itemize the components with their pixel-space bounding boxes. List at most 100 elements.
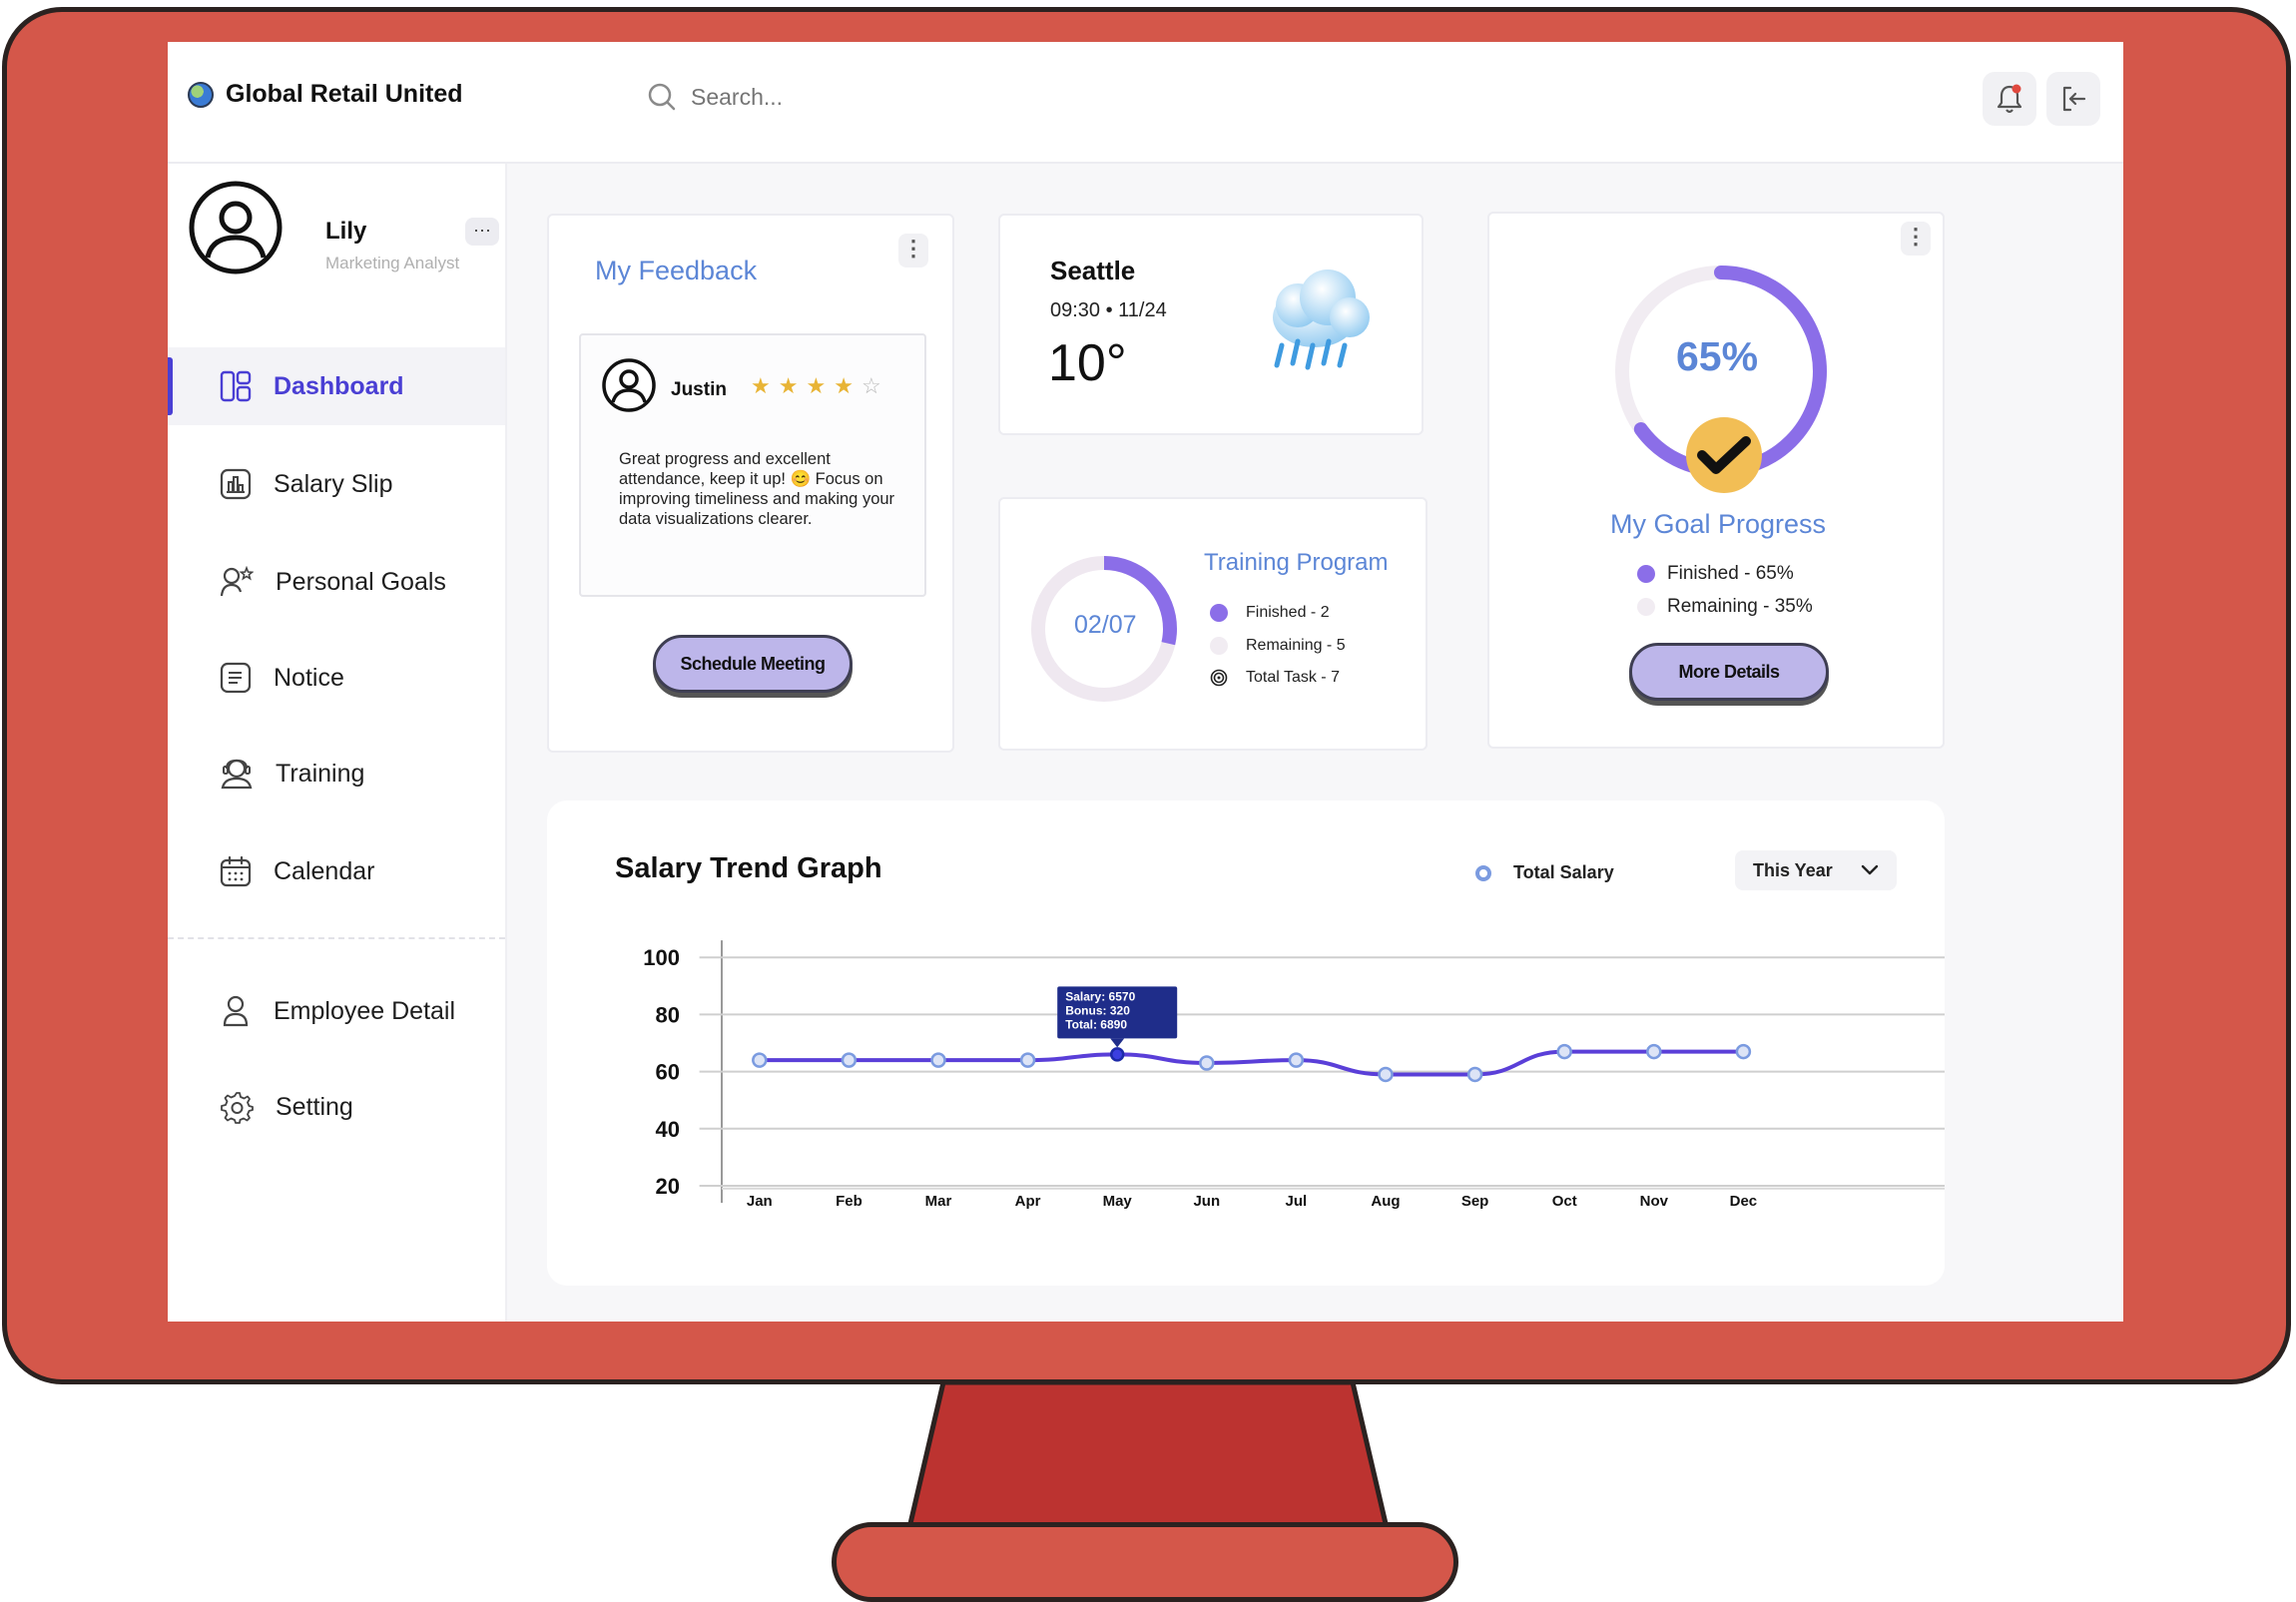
reviewer-avatar — [602, 358, 656, 412]
chart-tooltip-pointer — [1110, 1038, 1125, 1048]
x-tick-label: Nov — [1640, 1193, 1669, 1210]
training-title: Training Program — [1204, 549, 1389, 576]
personal-goals-icon — [220, 566, 254, 597]
logout-button[interactable] — [2046, 72, 2100, 126]
data-point — [1646, 1043, 1662, 1060]
sidebar-item-label: Salary Slip — [274, 469, 393, 498]
training-total: Total Task - 7 — [1210, 669, 1340, 687]
logout-icon — [2062, 86, 2086, 112]
search-bar[interactable] — [647, 82, 990, 112]
salary-chart-card: Salary Trend Graph Total Salary This Yea… — [547, 801, 1945, 1286]
weather-time: 09:30 • 11/24 — [1050, 299, 1167, 321]
sidebar-item-label: Training — [276, 759, 365, 788]
more-details-button[interactable]: More Details — [1629, 643, 1829, 701]
training-finished: Finished - 2 — [1210, 604, 1330, 622]
x-tick-label: Dec — [1730, 1193, 1758, 1210]
sidebar-divider — [168, 937, 505, 939]
feedback-card: My Feedback ⋮ Justin ★★★★☆ Great progres… — [547, 214, 954, 753]
bell-icon — [1997, 84, 2022, 114]
brand[interactable]: Global Retail United — [188, 80, 463, 109]
goal-title: My Goal Progress — [1609, 509, 1827, 539]
star-filled-icon: ★ — [806, 373, 835, 398]
user-more-button[interactable]: ··· — [465, 218, 499, 246]
notifications-button[interactable] — [1983, 72, 2036, 126]
data-point — [1556, 1043, 1572, 1060]
sidebar-item-training[interactable]: Training — [168, 735, 505, 812]
x-tick-label: Mar — [925, 1193, 952, 1210]
monitor-stand-base — [832, 1522, 1458, 1602]
goal-remaining-label: Remaining - 35% — [1667, 596, 1813, 617]
search-icon — [648, 83, 676, 111]
data-point — [1109, 1047, 1125, 1062]
reviewer-name: Justin — [671, 379, 727, 400]
y-tick-label: 20 — [656, 1174, 680, 1199]
data-point — [841, 1052, 858, 1068]
star-empty-icon: ☆ — [861, 373, 889, 398]
tooltip-line: Salary: 6570 — [1065, 989, 1135, 1003]
x-tick-label: Jan — [747, 1193, 773, 1210]
sidebar-item-label: Dashboard — [274, 371, 404, 400]
finished-dot — [1637, 565, 1655, 583]
sidebar-item-dashboard[interactable]: Dashboard — [168, 347, 505, 425]
star-filled-icon: ★ — [751, 373, 779, 398]
training-total-label: Total Task - 7 — [1246, 669, 1340, 686]
star-filled-icon: ★ — [834, 373, 861, 398]
schedule-meeting-button[interactable]: Schedule Meeting — [653, 635, 853, 693]
x-tick-label: May — [1103, 1193, 1133, 1210]
x-tick-label: Feb — [836, 1193, 862, 1210]
globe-icon — [188, 81, 214, 108]
goal-percent-label: 65% — [1675, 333, 1759, 379]
sidebar-item-label: Calendar — [274, 856, 375, 885]
rating-stars: ★★★★☆ — [751, 373, 889, 399]
salary-slip-icon — [220, 468, 252, 500]
x-tick-label: Oct — [1552, 1193, 1577, 1210]
gear-icon — [221, 1092, 254, 1124]
sidebar-item-notice[interactable]: Notice — [168, 639, 505, 717]
sidebar-item-setting[interactable]: Setting — [168, 1068, 505, 1146]
weather-card: Seattle 09:30 • 11/24 10° — [998, 214, 1424, 435]
training-card: 02/07 Training Program Finished - 2 Rema… — [998, 497, 1428, 751]
rain-cloud-icon — [1273, 269, 1370, 370]
feedback-menu-button[interactable]: ⋮ — [898, 234, 928, 267]
brand-name: Global Retail United — [226, 80, 463, 108]
user-name: Lily — [325, 218, 367, 245]
monitor-stand-neck — [905, 1382, 1391, 1532]
feedback-entry: Justin ★★★★☆ Great progress and excellen… — [579, 333, 926, 597]
tooltip-line: Bonus: 320 — [1065, 1003, 1130, 1017]
sidebar-item-calendar[interactable]: Calendar — [168, 832, 505, 910]
goal-card: ⋮ 65% My Goal Progress Finished - 65% Re… — [1487, 212, 1945, 749]
avatar — [189, 181, 283, 274]
user-profile[interactable]: Lily Marketing Analyst ··· — [188, 180, 499, 279]
training-icon — [221, 759, 253, 790]
data-point — [930, 1052, 946, 1068]
sidebar-item-label: Personal Goals — [276, 567, 446, 596]
weather-temperature: 10° — [1048, 334, 1127, 392]
feedback-text: Great progress and excellent attendance,… — [619, 450, 895, 528]
goal-menu-button[interactable]: ⋮ — [1901, 222, 1931, 256]
data-point — [1019, 1052, 1036, 1068]
y-tick-label: 60 — [656, 1060, 680, 1085]
data-point — [1466, 1066, 1483, 1083]
y-tick-label: 80 — [656, 1002, 680, 1027]
goal-finished-label: Finished - 65% — [1667, 563, 1794, 584]
top-bar: Global Retail United — [168, 42, 2123, 164]
goal-finished: Finished - 65% — [1637, 563, 1794, 585]
data-point — [1199, 1055, 1215, 1071]
x-tick-label: Apr — [1015, 1193, 1041, 1210]
x-tick-label: Aug — [1371, 1193, 1400, 1210]
remaining-dot — [1637, 598, 1655, 616]
sidebar-item-label: Notice — [274, 663, 344, 692]
search-input[interactable] — [691, 83, 990, 111]
dashboard-icon — [220, 370, 252, 402]
x-tick-label: Jul — [1286, 1193, 1308, 1210]
remaining-dot — [1210, 637, 1228, 655]
y-tick-label: 100 — [643, 945, 680, 970]
sidebar-item-salary-slip[interactable]: Salary Slip — [168, 445, 505, 523]
sidebar-item-employee-detail[interactable]: Employee Detail — [168, 972, 505, 1050]
data-point — [1378, 1066, 1394, 1083]
data-point — [1735, 1043, 1752, 1060]
target-icon — [1210, 669, 1228, 687]
sidebar-item-personal-goals[interactable]: Personal Goals — [168, 543, 505, 621]
user-icon — [223, 995, 249, 1027]
goal-remaining: Remaining - 35% — [1637, 596, 1813, 618]
